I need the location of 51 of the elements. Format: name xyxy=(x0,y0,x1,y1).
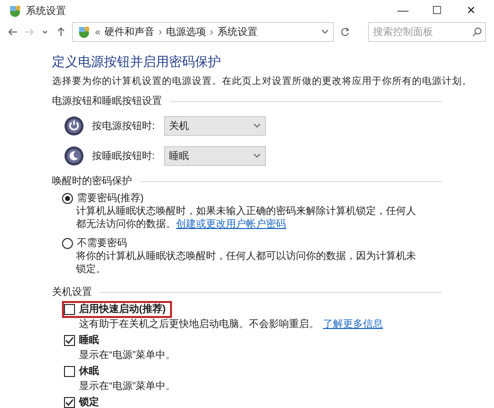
power-icon xyxy=(64,116,84,136)
radio-button[interactable] xyxy=(62,238,73,249)
radio-label: 需要密码(推荐) xyxy=(77,192,144,205)
option-description: 将你的计算机从睡眠状态唤醒时，任何人都可以访问你的数据，因为计算机未锁定。 xyxy=(76,250,417,276)
checkbox-description: 这有助于在关机之后更快地启动电脑。不会影响重启。 了解更多信息 xyxy=(79,318,384,331)
section-title: 唤醒时的密码保护 xyxy=(52,175,132,188)
window-title: 系统设置 xyxy=(26,4,66,18)
search-icon xyxy=(472,27,482,37)
checkbox-description: 显示在“电源”菜单中。 xyxy=(79,349,177,362)
checkbox-label: 锁定 xyxy=(79,396,99,408)
section-title: 电源按钮和睡眠按钮设置 xyxy=(52,95,162,108)
learn-more-link[interactable]: 了解更多信息 xyxy=(323,319,383,330)
page-description: 选择要为你的计算机设置的电源设置。在此页上对设置所做的更改将应用于你所有的电源计划。 xyxy=(52,75,473,88)
page-heading: 定义电源按钮并启用密码保护 xyxy=(52,54,222,70)
refresh-icon[interactable] xyxy=(340,27,350,37)
setting-label: 按睡眠按钮时: xyxy=(92,150,156,162)
minimize-button[interactable]: — xyxy=(388,0,418,22)
checkbox-description: 显示在“电源”菜单中。 xyxy=(79,380,177,393)
overflow-marker: « xyxy=(95,26,101,38)
checkbox-label: 休眠 xyxy=(79,365,99,378)
control-panel-icon xyxy=(8,4,22,18)
chevron-down-icon[interactable] xyxy=(321,29,329,35)
checkbox[interactable] xyxy=(64,335,75,346)
breadcrumb[interactable]: 系统设置 xyxy=(217,26,258,38)
checkbox[interactable] xyxy=(64,397,75,408)
back-arrow-icon[interactable] xyxy=(8,27,18,37)
dropdown[interactable]: 关机 xyxy=(164,116,266,136)
chevron-down-icon xyxy=(253,123,261,129)
control-panel-icon xyxy=(77,25,91,39)
up-arrow-icon[interactable] xyxy=(56,27,66,37)
section-title: 关机设置 xyxy=(52,286,92,299)
checkbox-label: 启用快速启动(推荐) xyxy=(79,303,166,316)
checkbox[interactable] xyxy=(64,366,75,377)
breadcrumb-separator: › xyxy=(158,26,162,38)
option-description: 计算机从睡眠状态唤醒时，如果未输入正确的密码来解除计算机锁定，任何人都无法访问你的数据。创建或更改用户帐户密码 xyxy=(76,205,417,231)
maximize-button[interactable]: ☐ xyxy=(422,0,452,22)
address-bar[interactable]: « 硬件和声音 › 电源选项 › 系统设置 xyxy=(72,22,334,42)
checkbox-label: 睡眠 xyxy=(79,334,99,347)
search-field[interactable]: 搜索控制面板 xyxy=(368,22,486,42)
breadcrumb-separator: › xyxy=(210,26,214,38)
checkbox[interactable] xyxy=(64,304,75,315)
radio-button[interactable] xyxy=(62,193,73,204)
breadcrumb[interactable]: 硬件和声音 xyxy=(104,26,155,38)
moon-icon xyxy=(64,146,84,166)
password-link[interactable]: 创建或更改用户帐户密码 xyxy=(176,219,286,230)
breadcrumb[interactable]: 电源选项 xyxy=(166,26,206,38)
dropdown[interactable]: 睡眠 xyxy=(164,146,266,166)
setting-label: 按电源按钮时: xyxy=(92,120,156,132)
close-button[interactable]: ✕ xyxy=(456,0,486,22)
radio-label: 不需要密码 xyxy=(77,237,127,250)
chevron-down-icon xyxy=(253,153,261,159)
